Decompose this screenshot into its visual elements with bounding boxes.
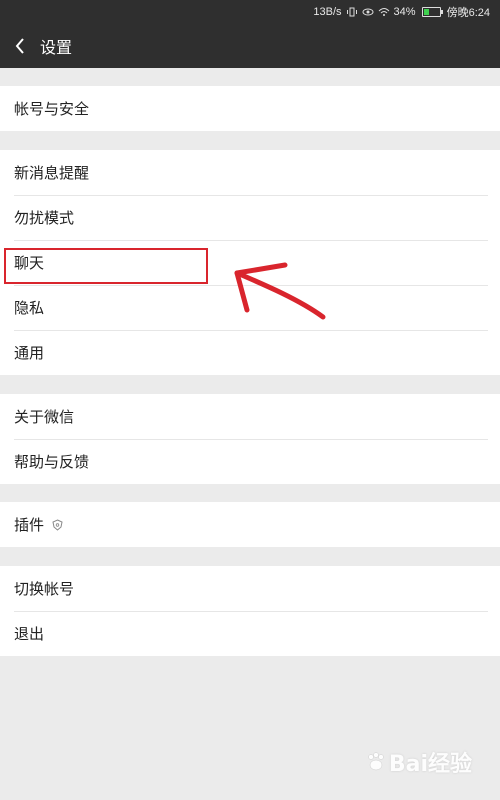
settings-item-account-security[interactable]: 帐号与安全	[0, 86, 500, 131]
item-label: 退出	[14, 625, 45, 643]
plugins-group: 插件	[0, 502, 500, 547]
settings-item-general[interactable]: 通用	[0, 330, 500, 375]
about-group: 关于微信 帮助与反馈	[0, 394, 500, 484]
watermark-text: Bai经验	[388, 752, 472, 777]
chevron-left-icon	[15, 38, 24, 54]
status-bar: 13B/s 34% 傍晚6:24	[0, 0, 500, 24]
vibrate-icon	[346, 7, 358, 17]
back-button[interactable]	[2, 24, 38, 68]
highlight-box	[4, 248, 208, 284]
settings-item-about[interactable]: 关于微信	[0, 394, 500, 439]
settings-item-plugins[interactable]: 插件	[0, 502, 500, 547]
settings-item-notifications[interactable]: 新消息提醒	[0, 150, 500, 195]
item-label: 插件	[14, 516, 45, 534]
network-speed: 13B/s	[313, 6, 342, 18]
item-label: 隐私	[14, 299, 45, 317]
item-label: 通用	[14, 344, 45, 362]
battery-icon	[421, 7, 443, 17]
account-switch-group: 切换帐号 退出	[0, 566, 500, 656]
item-label: 帮助与反馈	[14, 453, 90, 471]
eye-icon	[362, 7, 374, 17]
paw-icon	[368, 752, 384, 771]
account-group: 帐号与安全	[0, 86, 500, 131]
clock: 傍晚6:24	[446, 7, 490, 19]
item-label: 新消息提醒	[14, 164, 90, 182]
wifi-icon	[378, 7, 390, 17]
item-label: 切换帐号	[14, 580, 75, 598]
item-label: 帐号与安全	[14, 100, 90, 118]
settings-item-help-feedback[interactable]: 帮助与反馈	[0, 439, 500, 484]
settings-item-do-not-disturb[interactable]: 勿扰模式	[0, 195, 500, 240]
page-title: 设置	[40, 38, 73, 57]
title-bar: 设置	[0, 24, 500, 68]
item-label: 关于微信	[14, 408, 75, 426]
settings-item-logout[interactable]: 退出	[0, 611, 500, 656]
battery-percent: 34%	[393, 6, 416, 18]
baidu-watermark: Bai经验	[365, 746, 472, 778]
settings-item-switch-account[interactable]: 切换帐号	[0, 566, 500, 611]
shield-icon	[52, 518, 63, 531]
annotation-arrow-icon	[234, 262, 326, 320]
item-label: 勿扰模式	[14, 209, 75, 227]
